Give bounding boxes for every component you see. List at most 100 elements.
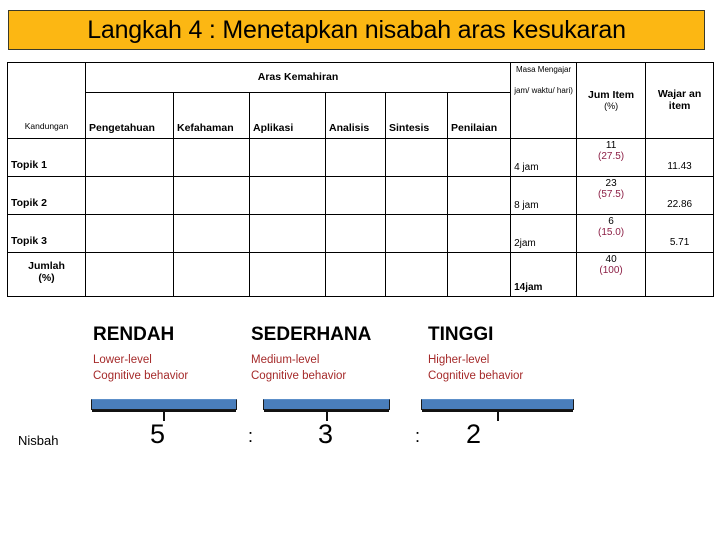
cell-topik2-jum-item-pct: (57.5) [598,189,625,201]
header-jum-item-pct: (%) [604,101,619,112]
cell-topik2-analisis[interactable] [325,176,386,215]
cell-topik3-aplikasi[interactable] [249,214,326,253]
nisbah-separator-1: : [248,426,254,446]
row-label-jumlah: Jumlah (%) [7,252,86,297]
cell-topik1-jum-item-pct: (27.5) [598,151,625,163]
cell-topik2-pengetahuan[interactable] [85,176,174,215]
level-desc-rendah-line2: Cognitive behavior [93,370,189,383]
cell-topik3-penilaian[interactable] [446,214,512,253]
row-label-jumlah-line1: Jumlah [28,259,65,272]
header-skill-aplikasi: Aplikasi [249,92,326,139]
cell-topik3-jum-item: 6 (15.0) [576,214,647,253]
cell-topik1-penilaian[interactable] [446,138,512,177]
cell-total-sintesis[interactable] [385,252,448,297]
bracket-rendah [91,399,237,421]
bracket-tick-tinggi [496,410,499,421]
cell-topik2-masa: 8 jam [510,176,578,215]
nisbah-separator-2: : [415,426,421,446]
level-title-sederhana: SEDERHANA [251,324,372,345]
level-desc-sederhana-line2: Cognitive behavior [251,370,347,383]
header-aras-kemahiran: Aras Kemahiran [84,62,512,93]
cell-topik2-penilaian[interactable] [446,176,512,215]
header-wajaran-item: Wajar an item [645,62,715,139]
cell-topik3-jum-item-value: 6 [608,216,614,227]
row-label-topik-1: Topik 1 [7,138,86,177]
cell-topik1-masa: 4 jam [510,138,578,177]
level-desc-tinggi: Higher-level Cognitive behavior [428,352,523,384]
specification-table: Kandungan Aras Kemahiran Masa Mengajar j… [7,62,715,297]
cell-topik1-aplikasi[interactable] [249,138,326,177]
header-skill-sintesis: Sintesis [385,92,448,139]
nisbah-value-rendah: 5 [150,419,166,449]
cell-topik2-kefahaman[interactable] [173,176,250,215]
level-desc-sederhana: Medium-level Cognitive behavior [251,352,371,384]
cell-total-analisis[interactable] [325,252,386,297]
level-title-tinggi: TINGGI [428,324,494,345]
cell-topik1-analisis[interactable] [325,138,386,177]
cell-total-aplikasi[interactable] [249,252,326,297]
bracket-sederhana [263,399,390,421]
cell-topik3-wajaran: 5.71 [645,214,715,253]
level-desc-tinggi-line2: Cognitive behavior [428,370,524,383]
cognitive-level-legend: RENDAH Lower-level Cognitive behavior SE… [0,325,720,425]
page-title: Langkah 4 : Menetapkan nisabah aras kesu… [87,15,626,44]
header-jum-item: Jum Item (%) [576,62,647,139]
cell-topik1-pengetahuan[interactable] [85,138,174,177]
nisbah-value-sederhana: 3 [318,419,334,449]
table-row: Topik 2 8 jam 23 (57.5) 22.86 [7,176,715,215]
header-kandungan: Kandungan [7,62,86,139]
bracket-bar-sederhana [263,399,390,412]
table-row: Topik 1 4 jam 11 (27.5) 11.43 [7,138,715,177]
level-group-tinggi: TINGGI Higher-level Cognitive behavior [428,325,523,384]
level-group-sederhana: SEDERHANA Medium-level Cognitive behavio… [251,325,371,384]
nisbah-value-tinggi: 2 [466,419,482,449]
header-masa-mengajar: Masa Mengajar jam/ waktu/ hari) [510,62,578,139]
level-desc-rendah: Lower-level Cognitive behavior [93,352,188,384]
table-header-row-1: Kandungan Aras Kemahiran Masa Mengajar j… [7,62,715,139]
header-skill-penilaian: Penilaian [446,92,512,139]
cell-topik2-jum-item-value: 23 [605,178,617,189]
header-skill-kefahaman: Kefahaman [173,92,250,139]
cell-topik1-kefahaman[interactable] [173,138,250,177]
table-row-total: Jumlah (%) 14jam 40 (100) [7,252,715,297]
cell-topik1-jum-item: 11 (27.5) [576,138,647,177]
cell-topik3-analisis[interactable] [325,214,386,253]
cell-topik1-sintesis[interactable] [385,138,448,177]
cell-topik3-sintesis[interactable] [385,214,448,253]
row-label-topik-2: Topik 2 [7,176,86,215]
row-label-jumlah-line2: (%) [38,271,55,284]
cell-total-jum-item-value: 40 [605,254,617,265]
bracket-tinggi [421,399,574,421]
cell-total-jum-item: 40 (100) [576,252,647,297]
level-group-rendah: RENDAH Lower-level Cognitive behavior [93,325,188,384]
cell-topik3-jum-item-pct: (15.0) [598,227,625,239]
cell-topik1-jum-item-value: 11 [605,140,617,151]
bracket-bar-tinggi [421,399,574,412]
header-masa-mengajar-sub: jam/ waktu/ hari) [514,85,573,95]
header-skill-pengetahuan: Pengetahuan [85,92,174,139]
cell-total-kefahaman[interactable] [173,252,250,297]
bracket-bar-rendah [91,399,237,412]
cell-topik1-wajaran: 11.43 [645,138,715,177]
cell-total-penilaian[interactable] [446,252,512,297]
cell-total-pengetahuan[interactable] [85,252,174,297]
level-desc-tinggi-line1: Higher-level [428,354,490,366]
cell-total-jum-item-pct: (100) [599,265,623,277]
cell-topik2-sintesis[interactable] [385,176,448,215]
cell-topik2-jum-item: 23 (57.5) [576,176,647,215]
level-title-rendah: RENDAH [93,324,175,345]
table-row: Topik 3 2jam 6 (15.0) 5.71 [7,214,715,253]
cell-topik3-kefahaman[interactable] [173,214,250,253]
cell-topik2-wajaran: 22.86 [645,176,715,215]
cell-topik3-pengetahuan[interactable] [85,214,174,253]
level-desc-rendah-line1: Lower-level [93,354,152,366]
nisbah-label: Nisbah [18,433,59,448]
nisbah-ratio-row: Nisbah 5 : 3 : 2 [0,421,720,471]
cell-topik3-masa: 2jam [510,214,578,253]
row-label-topik-3: Topik 3 [7,214,86,253]
cell-topik2-aplikasi[interactable] [249,176,326,215]
level-desc-sederhana-line1: Medium-level [251,354,320,366]
header-jum-item-label: Jum Item [588,88,635,101]
header-masa-mengajar-label: Masa Mengajar [516,65,572,74]
header-skill-analisis: Analisis [325,92,386,139]
